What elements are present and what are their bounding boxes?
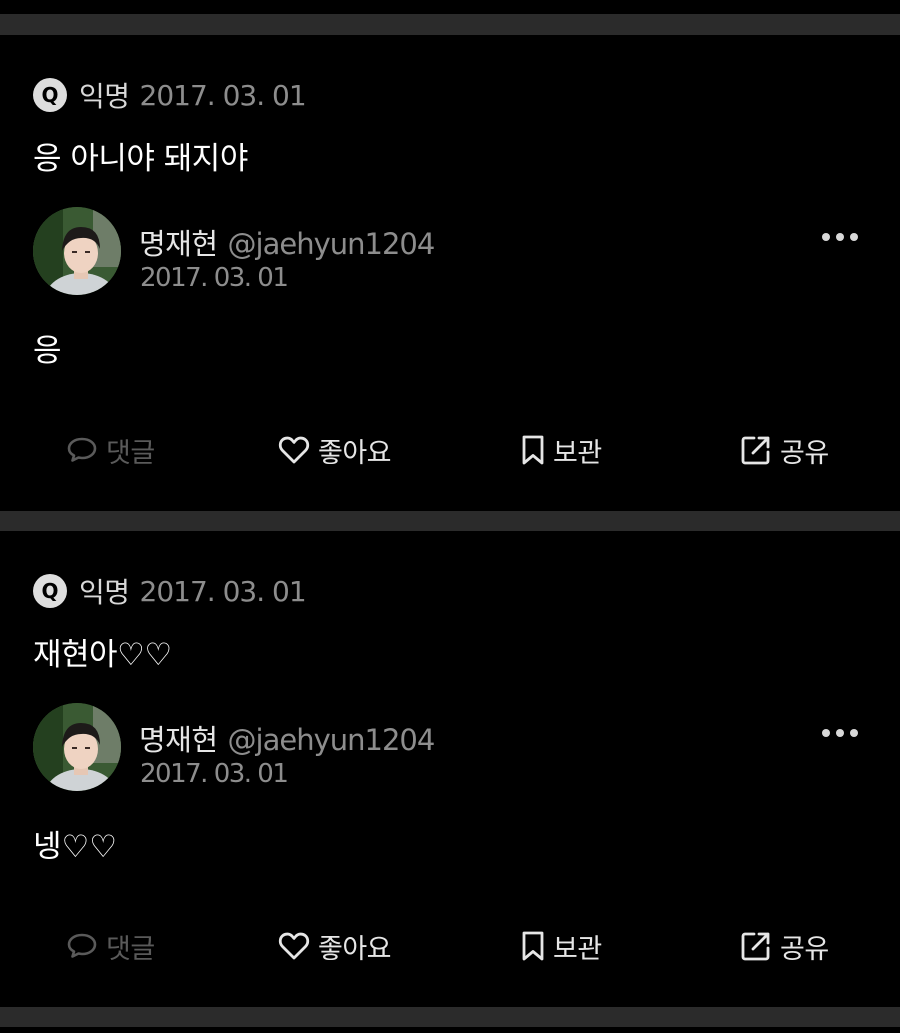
share-button[interactable]: 공유 xyxy=(740,427,829,473)
answer-author-name[interactable]: 명재현 xyxy=(139,717,218,759)
like-label: 좋아요 xyxy=(318,933,392,965)
answer-date: 2017. 03. 01 xyxy=(140,759,289,789)
save-button[interactable]: 보관 xyxy=(521,427,602,473)
question-meta: Q 익명 2017. 03. 01 xyxy=(33,571,307,611)
question-text: 응 아니야 돼지야 xyxy=(33,141,248,177)
like-button[interactable]: 좋아요 xyxy=(278,427,392,473)
answer-text: 넹♡♡ xyxy=(33,829,118,865)
heart-outline-icon xyxy=(278,932,310,960)
avatar[interactable] xyxy=(33,703,121,791)
comment-button[interactable]: 댓글 xyxy=(66,923,155,969)
speech-bubble-icon xyxy=(67,437,97,462)
avatar[interactable] xyxy=(33,207,121,295)
more-horizontal-icon[interactable] xyxy=(822,231,858,243)
save-label: 보관 xyxy=(553,437,602,469)
question-date: 2017. 03. 01 xyxy=(139,78,307,112)
answer-text: 응 xyxy=(33,333,62,369)
question-author: 익명 xyxy=(79,80,130,113)
bookmark-icon xyxy=(522,931,544,961)
answer-author-handle[interactable]: @jaehyun1204 xyxy=(228,723,436,757)
more-horizontal-icon[interactable] xyxy=(822,727,858,739)
question-author: 익명 xyxy=(79,576,130,609)
like-button[interactable]: 좋아요 xyxy=(278,923,392,969)
answer-author-handle[interactable]: @jaehyun1204 xyxy=(228,227,436,261)
question-text: 재현아♡♡ xyxy=(33,637,172,673)
question-badge: Q xyxy=(33,574,67,608)
answer-author-row: 명재현 @jaehyun1204 xyxy=(139,717,436,759)
bookmark-icon xyxy=(522,435,544,465)
question-date: 2017. 03. 01 xyxy=(139,574,307,608)
external-share-icon xyxy=(741,932,770,961)
comment-label: 댓글 xyxy=(106,933,155,965)
qa-card: Q 익명 2017. 03. 01 응 아니야 돼지야 명재현 @jaehyun… xyxy=(0,35,900,511)
question-meta: Q 익명 2017. 03. 01 xyxy=(33,75,307,115)
share-label: 공유 xyxy=(780,933,829,965)
share-label: 공유 xyxy=(780,437,829,469)
share-button[interactable]: 공유 xyxy=(740,923,829,969)
save-button[interactable]: 보관 xyxy=(521,923,602,969)
top-card-edge xyxy=(0,0,900,14)
speech-bubble-icon xyxy=(67,933,97,958)
qa-card: Q 익명 2017. 03. 01 재현아♡♡ 명재현 @jaehyun1204… xyxy=(0,531,900,1007)
save-label: 보관 xyxy=(553,933,602,965)
bottom-card-edge xyxy=(0,1027,900,1033)
question-badge: Q xyxy=(33,78,67,112)
answer-date: 2017. 03. 01 xyxy=(140,263,289,293)
external-share-icon xyxy=(741,436,770,465)
comment-button[interactable]: 댓글 xyxy=(66,427,155,473)
like-label: 좋아요 xyxy=(318,437,392,469)
comment-label: 댓글 xyxy=(106,437,155,469)
answer-author-name[interactable]: 명재현 xyxy=(139,221,218,263)
heart-outline-icon xyxy=(278,436,310,464)
action-bar: 댓글 좋아요 보관 공유 xyxy=(0,923,900,969)
answer-author-row: 명재현 @jaehyun1204 xyxy=(139,221,436,263)
action-bar: 댓글 좋아요 보관 공유 xyxy=(0,427,900,473)
